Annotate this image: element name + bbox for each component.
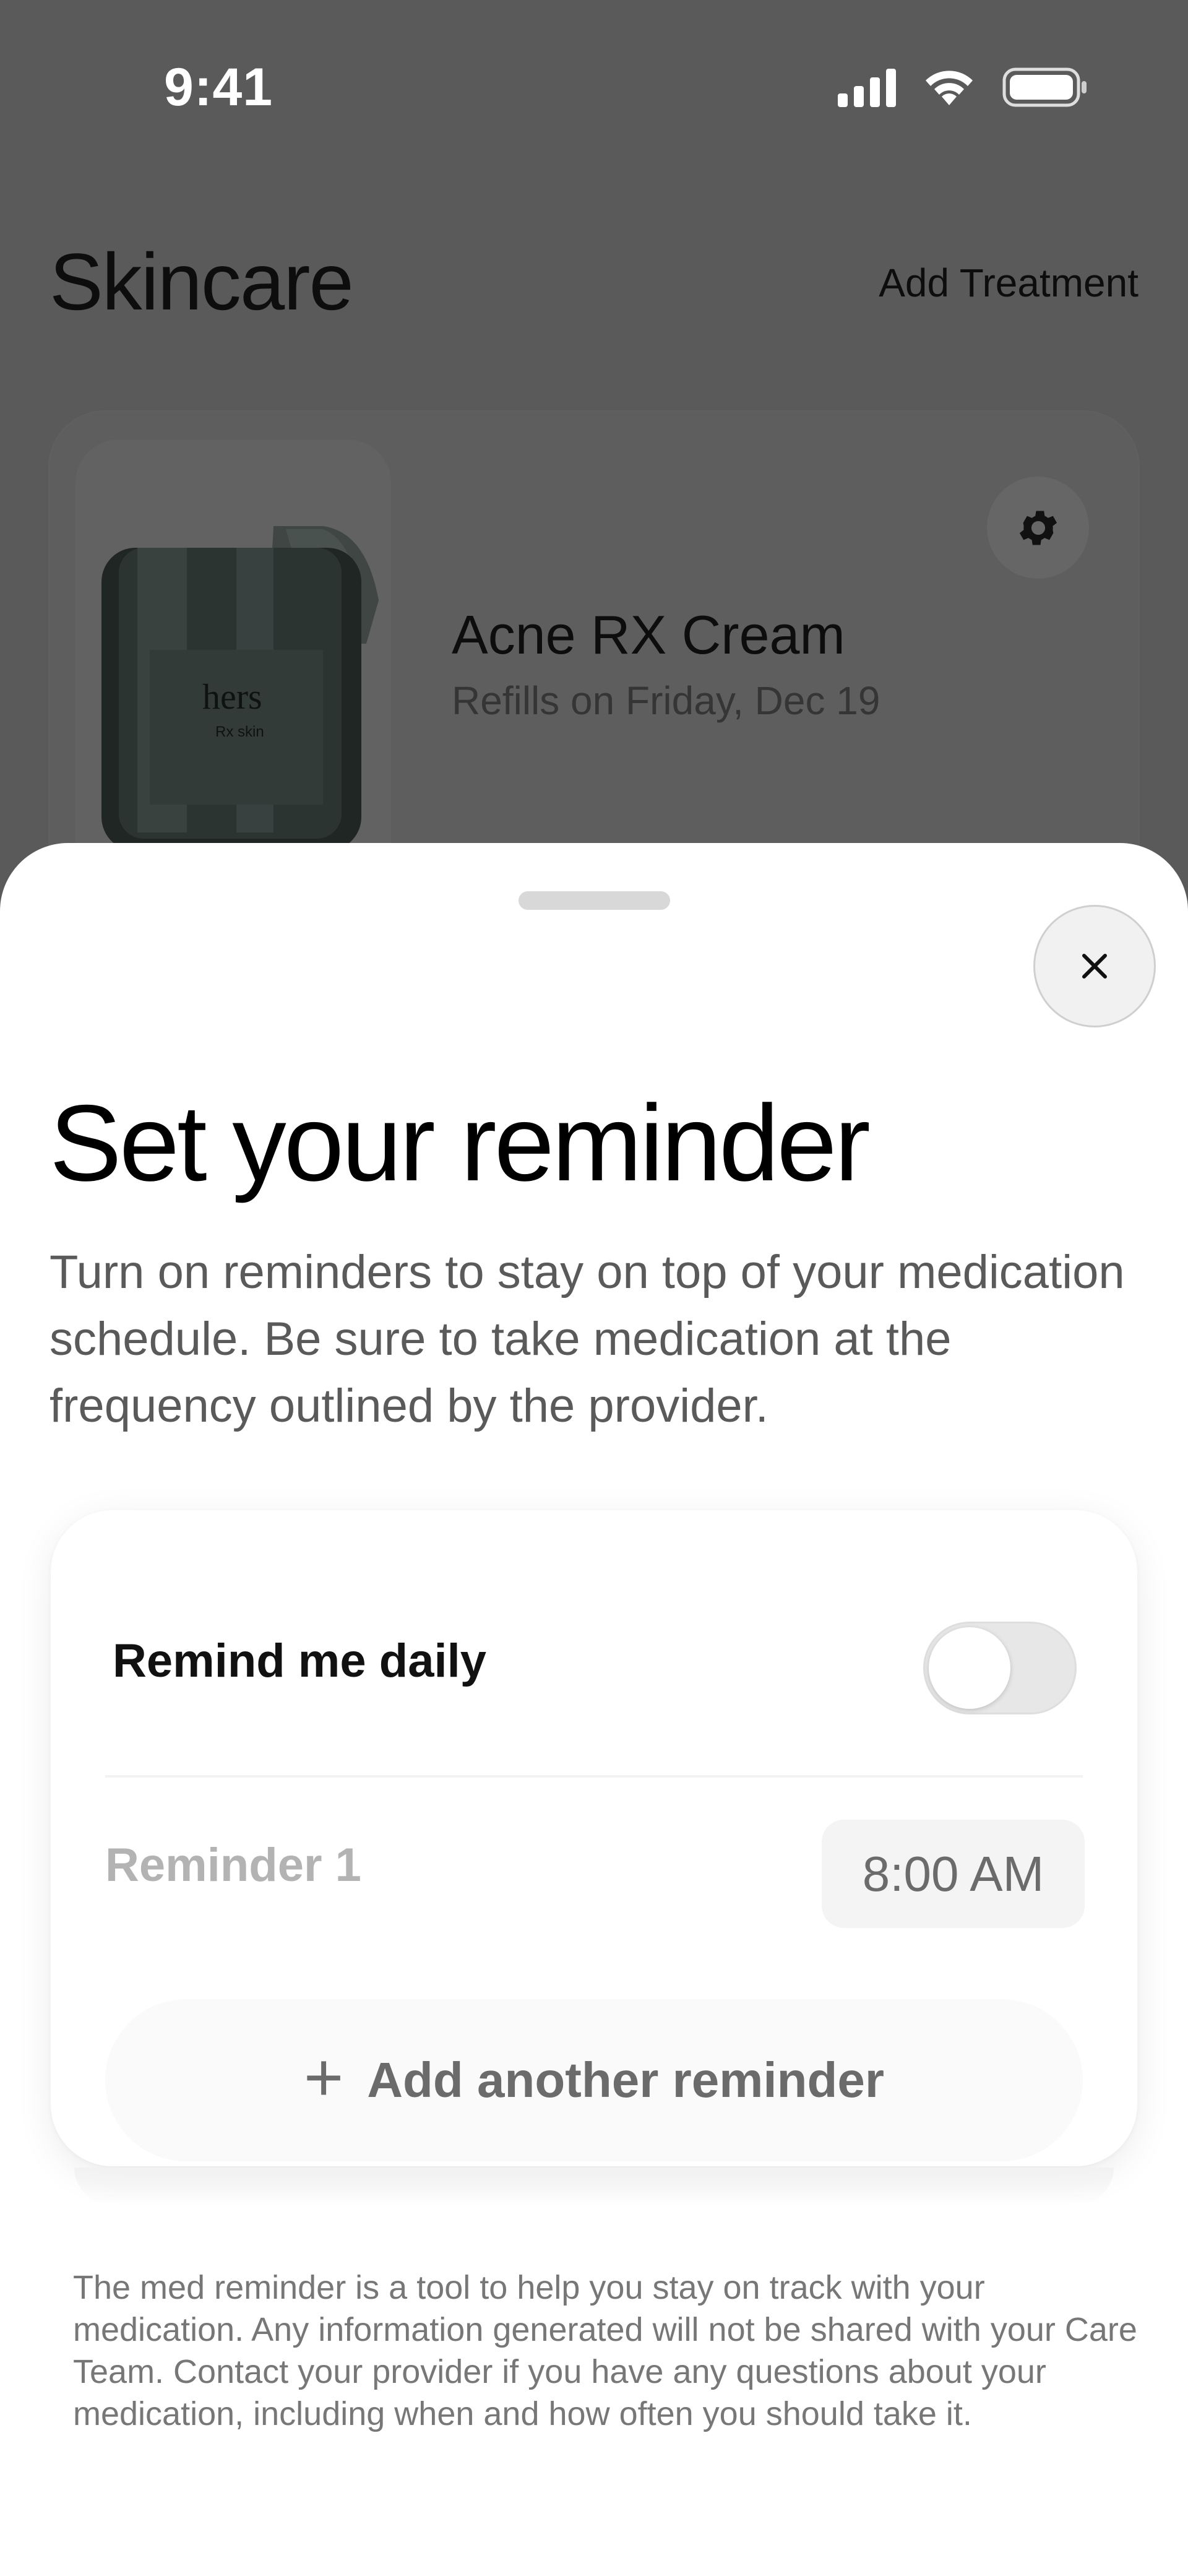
close-button[interactable]	[1033, 905, 1156, 1027]
settings-button[interactable]	[987, 477, 1089, 579]
remind-daily-label: Remind me daily	[113, 1635, 486, 1687]
add-reminder-button[interactable]: + Add another reminder	[105, 1999, 1083, 2161]
product-brand-text: hers	[202, 676, 262, 717]
background-screen: 9:41 Skincare Add Treatment hers Rx skin…	[0, 0, 1188, 969]
sheet-title: Set your reminder	[50, 1083, 871, 1204]
status-time: 9:41	[164, 58, 273, 117]
reminder-bottom-sheet: Set your reminder Turn on reminders to s…	[0, 843, 1188, 2576]
cellular-signal-icon	[838, 67, 896, 107]
toggle-knob	[929, 1627, 1010, 1709]
disclaimer-text: The med reminder is a tool to help you s…	[73, 2269, 1137, 2432]
reminder-settings-card: Remind me daily Reminder 1 8:00 AM + Add…	[51, 1510, 1137, 2166]
divider	[105, 1775, 1083, 1778]
plus-icon: +	[304, 2039, 344, 2116]
sheet-description: Turn on reminders to stay on top of your…	[50, 1246, 1125, 1432]
gear-icon	[1019, 510, 1057, 545]
wifi-icon	[926, 71, 973, 105]
product-subtitle-text: Rx skin	[215, 724, 264, 740]
status-icons	[838, 67, 1089, 108]
add-reminder-label: Add another reminder	[367, 2052, 884, 2107]
battery-icon	[1002, 67, 1087, 107]
add-treatment-link[interactable]: Add Treatment	[879, 260, 1138, 306]
reminder-1-time-picker[interactable]: 8:00 AM	[822, 1820, 1085, 1928]
close-icon	[1082, 954, 1107, 979]
status-bar: 9:41	[0, 0, 1188, 173]
refill-date: Refills on Friday, Dec 19	[452, 678, 880, 723]
card-shadow	[74, 2168, 1114, 2205]
product-name: Acne RX Cream	[452, 604, 845, 665]
reminder-1-label: Reminder 1	[105, 1839, 361, 1891]
remind-daily-toggle[interactable]	[923, 1622, 1077, 1714]
sheet-grabber[interactable]	[519, 891, 670, 910]
page-title: Skincare	[50, 236, 354, 327]
